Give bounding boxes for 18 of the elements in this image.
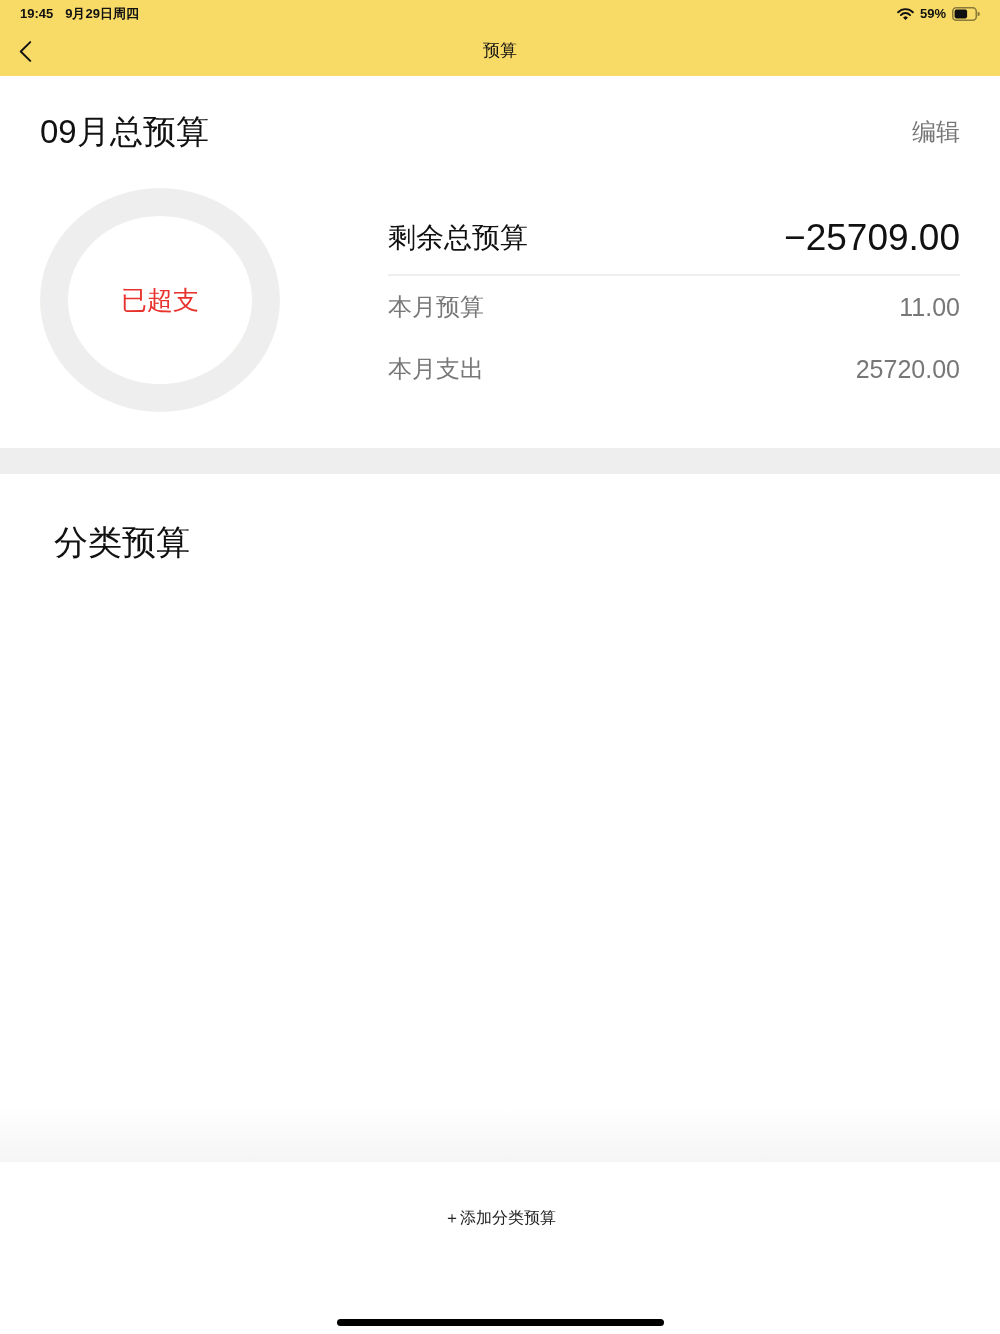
back-icon[interactable] — [19, 41, 32, 62]
budget-row-value: 25720.00 — [855, 354, 960, 385]
summary-title: 09月总预算 — [40, 112, 209, 152]
budget-row-value: 11.00 — [899, 292, 960, 323]
overspent-label: 已超支 — [121, 284, 199, 317]
add-category-budget-button[interactable]: ＋添加分类预算 — [444, 1202, 556, 1234]
remaining-budget-value: −25709.00 — [784, 216, 960, 260]
wifi-icon — [896, 8, 914, 20]
remaining-budget-label: 剩余总预算 — [388, 221, 528, 255]
battery-icon — [952, 7, 980, 21]
edit-button[interactable]: 编辑 — [912, 116, 960, 148]
budget-row-label: 本月支出 — [388, 354, 484, 384]
status-date: 9月29日周四 — [65, 6, 139, 22]
category-budget-title: 分类预算 — [54, 523, 190, 561]
status-time: 19:45 — [20, 6, 54, 22]
budget-row-label: 本月预算 — [388, 292, 484, 322]
battery-percent: 59% — [919, 6, 946, 22]
page-title: 预算 — [483, 40, 517, 62]
